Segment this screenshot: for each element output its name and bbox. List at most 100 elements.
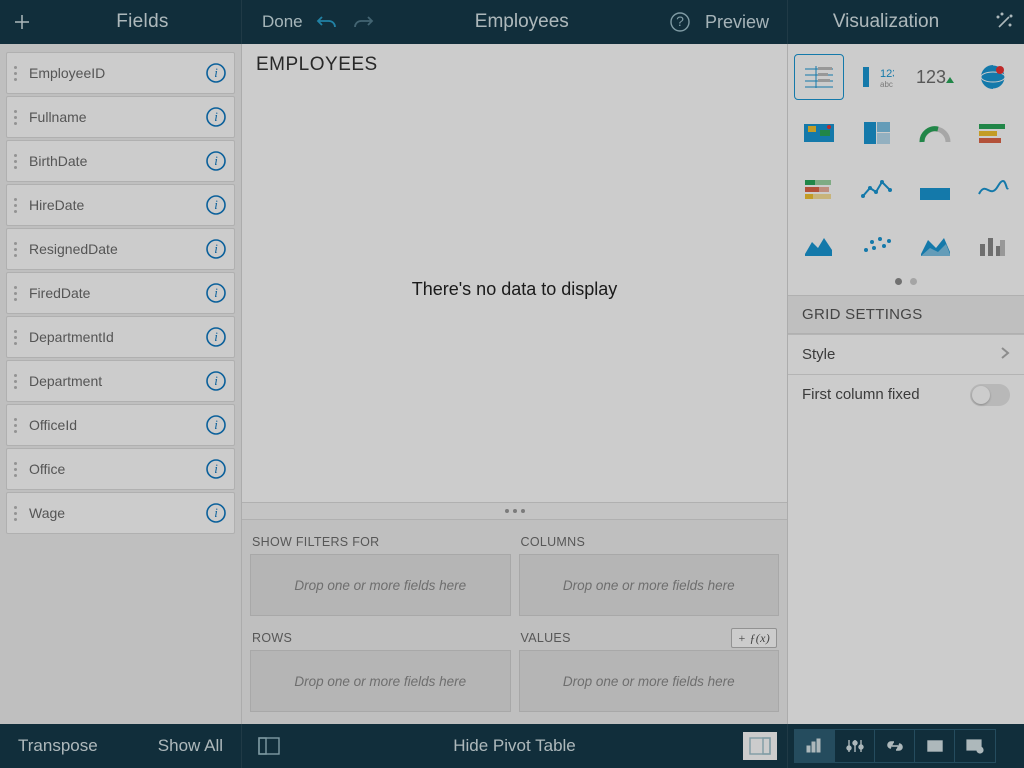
viz-area-stacked[interactable] <box>910 222 960 268</box>
field-row[interactable]: EmployeeID i <box>6 52 235 94</box>
field-name: EmployeeID <box>23 65 198 81</box>
field-info-icon[interactable]: i <box>198 370 234 392</box>
viz-stacked-bar-h[interactable] <box>968 110 1018 156</box>
show-all-button[interactable]: Show All <box>140 736 241 756</box>
pivot-resize-handle[interactable] <box>242 502 787 520</box>
field-info-icon[interactable]: i <box>198 106 234 128</box>
right-panel-tabs <box>794 729 996 763</box>
fields-panel-title: Fields <box>44 11 241 33</box>
svg-text:i: i <box>214 461 218 476</box>
viz-heat-map[interactable] <box>794 110 844 156</box>
field-info-icon[interactable]: i <box>198 282 234 304</box>
viz-stacked-bar-h-alt[interactable] <box>794 166 844 212</box>
field-info-icon[interactable]: i <box>198 194 234 216</box>
field-info-icon[interactable]: i <box>198 458 234 480</box>
drag-grip-icon[interactable] <box>7 374 23 389</box>
pivot-rows: ROWS Drop one or more fields here <box>250 626 511 712</box>
field-info-icon[interactable]: i <box>198 502 234 524</box>
field-row[interactable]: HireDatei <box>6 184 235 226</box>
viz-text-123[interactable]: 123abc <box>852 54 902 100</box>
field-info-icon[interactable]: i <box>198 238 234 260</box>
preview-button[interactable]: Preview <box>705 12 787 33</box>
viz-geo-globe[interactable] <box>968 54 1018 100</box>
dataset-label: EMPLOYEES <box>242 44 787 76</box>
drag-grip-icon[interactable] <box>7 198 23 213</box>
svg-text:i: i <box>214 505 218 520</box>
drag-grip-icon[interactable] <box>7 506 23 521</box>
field-row[interactable]: Fullnamei <box>6 96 235 138</box>
viz-line-sparse[interactable] <box>852 166 902 212</box>
field-name: HireDate <box>23 197 198 213</box>
field-row[interactable]: ResignedDate i <box>6 228 235 270</box>
add-field-button[interactable] <box>0 12 44 32</box>
svg-text:i: i <box>214 241 218 256</box>
help-icon[interactable]: ? <box>669 11 691 33</box>
field-row[interactable]: BirthDate i <box>6 140 235 182</box>
pivot-rows-dropzone[interactable]: Drop one or more fields here <box>250 650 511 712</box>
field-info-icon[interactable]: i <box>198 326 234 348</box>
viz-area-points[interactable] <box>910 166 960 212</box>
viz-treemap[interactable] <box>852 110 902 156</box>
collapse-right-icon[interactable] <box>743 732 777 760</box>
drag-grip-icon[interactable] <box>7 418 23 433</box>
tab-visualizations[interactable] <box>795 730 835 762</box>
pivot-columns-label: COLUMNS <box>521 535 586 549</box>
viz-area[interactable] <box>794 222 844 268</box>
field-name: BirthDate <box>23 153 198 169</box>
hide-pivot-button[interactable]: Hide Pivot Table <box>286 736 743 756</box>
collapse-left-icon[interactable] <box>252 732 286 760</box>
viz-scatter[interactable] <box>852 222 902 268</box>
undo-icon[interactable] <box>315 12 339 32</box>
drag-grip-icon[interactable] <box>7 242 23 257</box>
first-column-fixed-toggle[interactable] <box>970 384 1010 406</box>
svg-text:i: i <box>214 285 218 300</box>
transpose-button[interactable]: Transpose <box>0 736 116 756</box>
field-row[interactable]: Officei <box>6 448 235 490</box>
viz-spline[interactable] <box>968 166 1018 212</box>
field-name: Department <box>23 373 198 389</box>
drag-grip-icon[interactable] <box>7 286 23 301</box>
field-info-icon[interactable]: i <box>198 150 234 172</box>
pivot-columns-dropzone[interactable]: Drop one or more fields here <box>519 554 780 616</box>
auto-chart-icon[interactable] <box>984 11 1024 33</box>
fields-list: EmployeeIDiFullnameiBirthDateiHireDateiR… <box>0 44 242 724</box>
redo-icon[interactable] <box>351 12 375 32</box>
gallery-pager[interactable] <box>788 274 1024 295</box>
viz-kpi-number[interactable]: 123 <box>910 54 960 100</box>
pivot-values-dropzone[interactable]: Drop one or more fields here <box>519 650 780 712</box>
field-row[interactable]: OfficeIdi <box>6 404 235 446</box>
done-button[interactable]: Done <box>242 12 303 32</box>
drag-grip-icon[interactable] <box>7 66 23 81</box>
field-info-icon[interactable]: i <box>198 62 234 84</box>
drag-grip-icon[interactable] <box>7 330 23 345</box>
pivot-filters-dropzone[interactable]: Drop one or more fields here <box>250 554 511 616</box>
viz-column[interactable] <box>968 222 1018 268</box>
svg-text:abc: abc <box>880 80 893 89</box>
pivot-values: VALUES + ƒ(x) Drop one or more fields he… <box>519 626 780 712</box>
field-name: ResignedDate <box>23 241 198 257</box>
field-info-icon[interactable]: i <box>198 414 234 436</box>
svg-text:i: i <box>214 65 218 80</box>
pivot-values-label: VALUES <box>521 631 571 645</box>
svg-text:i: i <box>214 153 218 168</box>
tab-settings[interactable] <box>835 730 875 762</box>
first-column-fixed-label: First column fixed <box>802 386 920 403</box>
tab-dashboard-settings[interactable] <box>955 730 995 762</box>
tab-links[interactable] <box>875 730 915 762</box>
field-row[interactable]: FiredDatei <box>6 272 235 314</box>
field-row[interactable]: DepartmentIdi <box>6 316 235 358</box>
drag-grip-icon[interactable] <box>7 462 23 477</box>
field-row[interactable]: Departmenti <box>6 360 235 402</box>
field-row[interactable]: Wagei <box>6 492 235 534</box>
style-row[interactable]: Style <box>788 334 1024 374</box>
drag-grip-icon[interactable] <box>7 110 23 125</box>
viz-gauge[interactable] <box>910 110 960 156</box>
first-column-fixed-row: First column fixed <box>788 374 1024 414</box>
drag-grip-icon[interactable] <box>7 154 23 169</box>
chevron-right-icon <box>1000 346 1010 364</box>
pivot-filters: SHOW FILTERS FOR Drop one or more fields… <box>250 530 511 616</box>
viz-grid[interactable] <box>794 54 844 100</box>
visualization-gallery: 123abc123 <box>788 44 1024 274</box>
tab-export[interactable] <box>915 730 955 762</box>
add-calculated-field-button[interactable]: + ƒ(x) <box>731 628 777 648</box>
